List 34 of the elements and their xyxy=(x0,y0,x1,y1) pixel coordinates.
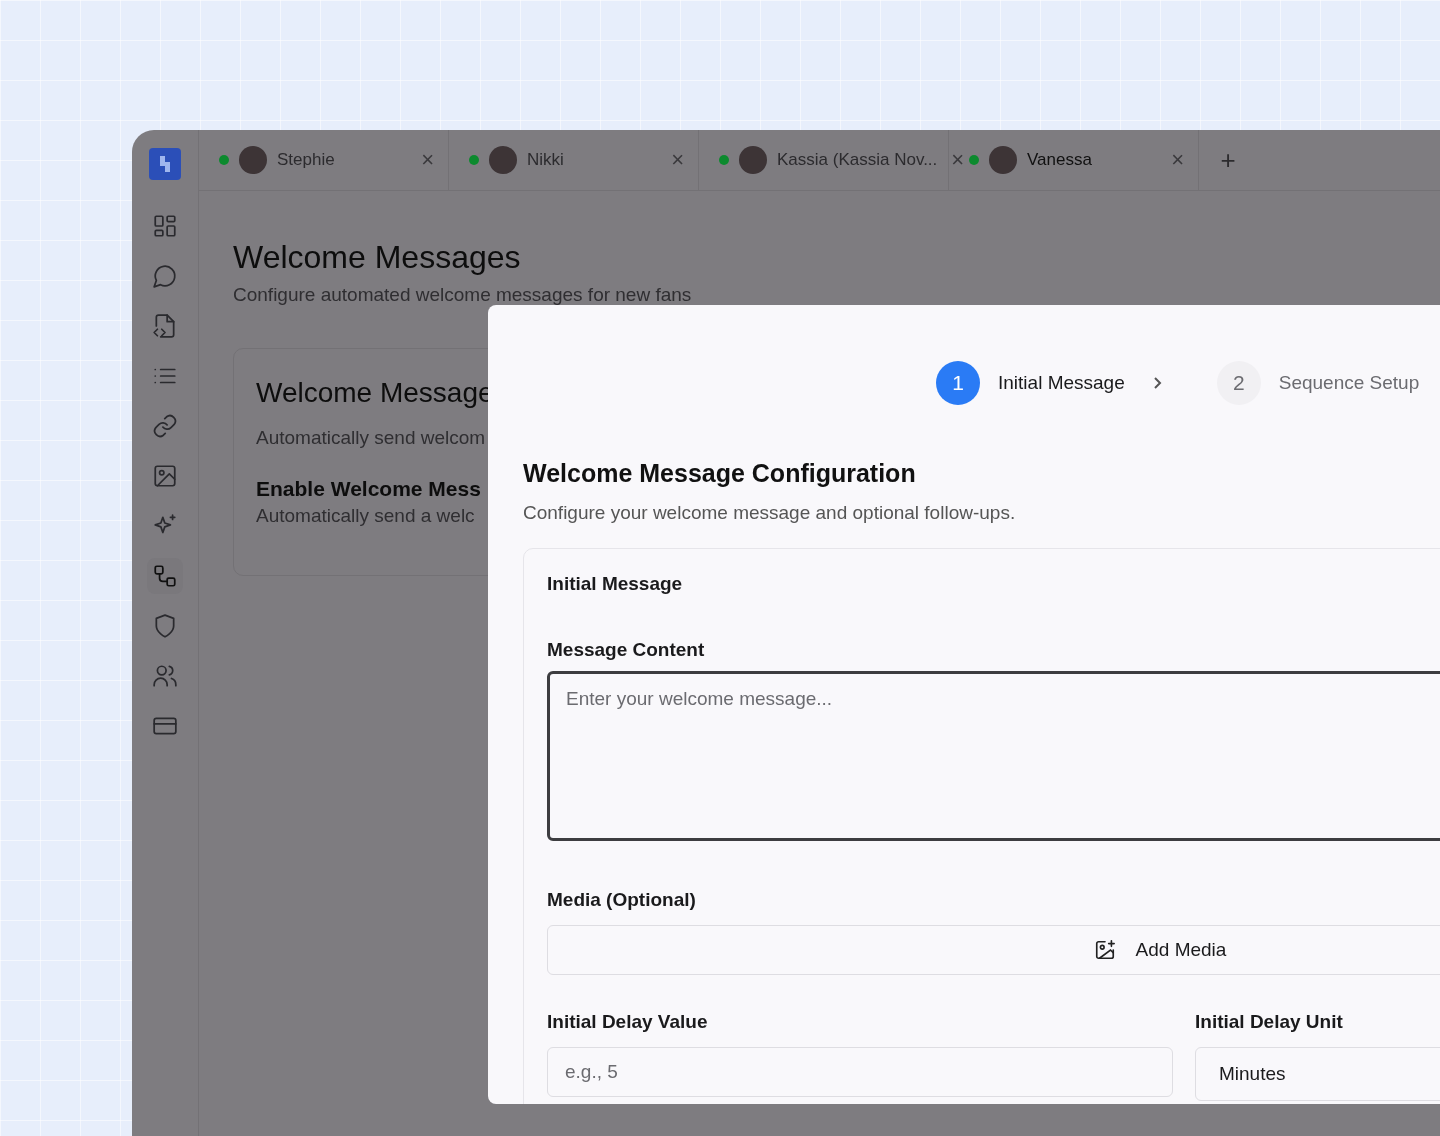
step-number: 1 xyxy=(936,361,980,405)
delay-unit-select[interactable]: Minutes xyxy=(1195,1047,1440,1101)
workflow-icon[interactable] xyxy=(147,558,183,594)
section-title: Initial Message xyxy=(547,573,684,595)
dialog-subtitle: Configure your welcome message and optional follow-ups. xyxy=(523,502,1017,524)
card-description: Automatically send welcom xyxy=(256,427,487,449)
message-input-field[interactable]: Enter your welcome message... xyxy=(547,671,1440,841)
new-tab-button[interactable]: + xyxy=(1199,130,1257,190)
close-icon[interactable]: × xyxy=(421,147,434,173)
field-label: Media (Optional) xyxy=(547,889,697,911)
chat-tab[interactable]: Stephie × xyxy=(199,130,449,190)
avatar xyxy=(489,146,517,174)
toggle-label: Enable Welcome Mess xyxy=(256,477,482,501)
chat-tab[interactable]: Nikki × xyxy=(449,130,699,190)
card-title: Welcome Message xyxy=(256,377,495,409)
add-image-icon xyxy=(1093,939,1116,961)
field-label: Initial Delay Value xyxy=(547,1011,709,1033)
close-icon[interactable]: × xyxy=(1171,147,1184,173)
avatar xyxy=(239,146,267,174)
app-logo[interactable] xyxy=(149,148,181,180)
step-number: 2 xyxy=(1216,361,1261,405)
avatar xyxy=(739,146,767,174)
delay-value-input-field[interactable]: e.g., 5 xyxy=(547,1047,1173,1097)
step-label: Sequence Setup xyxy=(1278,372,1420,394)
page-title: Welcome Messages xyxy=(233,239,522,276)
close-icon[interactable]: × xyxy=(671,147,684,173)
page-subtitle: Configure automated welcome messages for new fans xyxy=(233,284,693,306)
step-label: Initial Message xyxy=(998,372,1125,394)
field-label: Initial Delay Unit xyxy=(1195,1011,1344,1033)
add-media-button[interactable]: Add Media xyxy=(547,925,1440,975)
avatar xyxy=(989,146,1017,174)
field-label: Message Content xyxy=(547,639,706,661)
close-icon[interactable]: × xyxy=(951,147,965,173)
dialog-title: Welcome Message Configuration xyxy=(523,459,917,488)
